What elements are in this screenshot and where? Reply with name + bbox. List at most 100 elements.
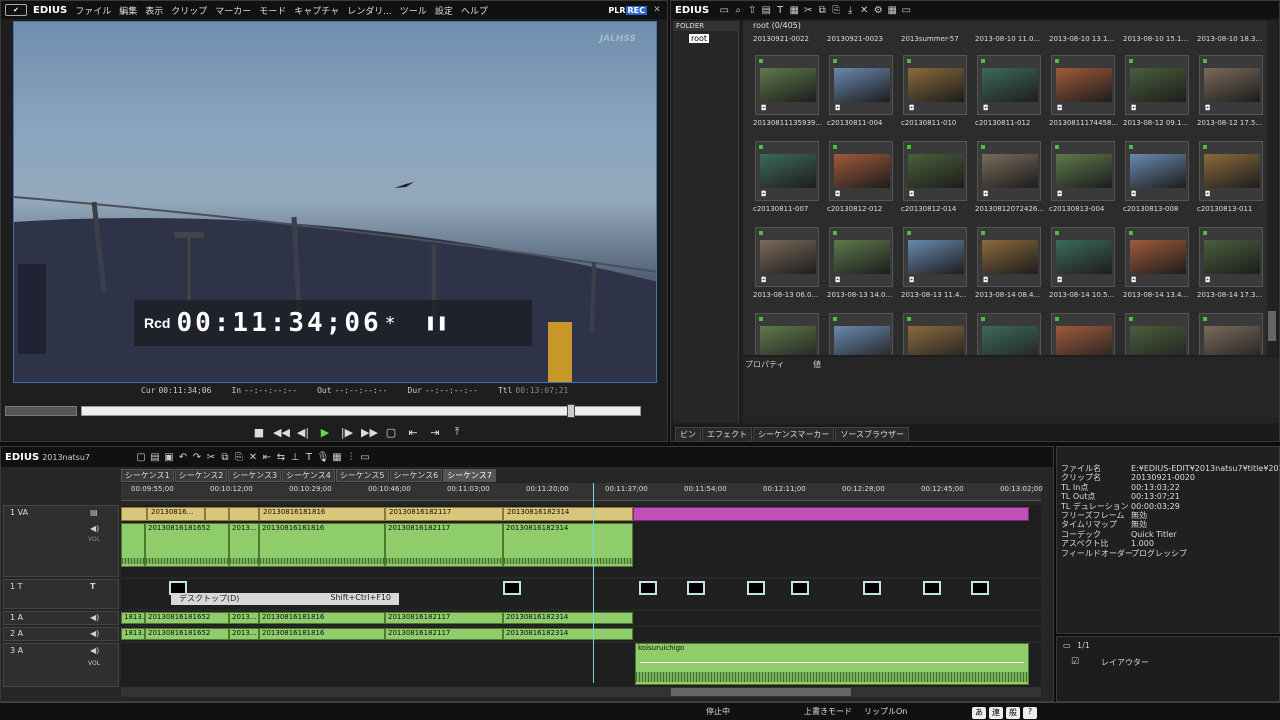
ime-dictionary-icon[interactable]: 般 — [1006, 707, 1020, 719]
clip-tile[interactable]: ◘ — [1051, 55, 1115, 117]
open-icon[interactable]: ▤ — [759, 5, 773, 16]
menu-settings[interactable]: 設定 — [435, 4, 453, 17]
timeline-ruler[interactable]: 00:09:55;00 00:10:12;00 00:10:29;00 00:10:4… — [121, 483, 1043, 501]
tab-sequence-7[interactable]: シーケンス7 — [443, 469, 496, 482]
audio-clip-a1-1[interactable]: 20130816181652 — [145, 612, 229, 624]
audio-clip-va-4[interactable]: 20130816182314 — [503, 523, 633, 567]
audio-clip-a2-2[interactable]: 20130816181816 — [259, 628, 385, 640]
clip-tile[interactable]: ◘ — [1051, 141, 1115, 203]
shuttle-slider[interactable] — [5, 406, 77, 416]
audio-clip-a2-1b[interactable]: 2013... — [229, 628, 259, 640]
speaker-icon[interactable]: ◀) — [90, 613, 99, 622]
title-clip[interactable] — [639, 581, 657, 595]
clip-tile[interactable] — [977, 313, 1041, 355]
video-clip-4[interactable]: 20130816182314 — [503, 507, 633, 521]
title-clip[interactable] — [503, 581, 521, 595]
title-clip[interactable] — [791, 581, 809, 595]
menu-capture[interactable]: キャプチャ — [294, 4, 339, 17]
clip-tile[interactable]: ◘ — [1199, 55, 1263, 117]
grid-icon[interactable]: ▦ — [330, 452, 344, 463]
status-ripple[interactable]: リップルOn — [864, 706, 907, 717]
copy-icon[interactable]: ⧉ — [218, 452, 232, 463]
properties-icon[interactable]: ⚙ — [871, 5, 885, 16]
clip-thumbnail[interactable]: ◘ — [829, 227, 893, 287]
open-project-icon[interactable]: ▤ — [148, 452, 162, 463]
razor-icon[interactable]: ⊥ — [288, 452, 302, 463]
timeline-scroll-thumb[interactable] — [671, 688, 851, 696]
clip-tile[interactable]: ◘ — [1199, 227, 1263, 289]
video-track-icon[interactable]: ▤ — [90, 508, 98, 517]
rec-mode-button[interactable]: REC — [625, 5, 647, 15]
speaker-icon[interactable]: ◀) — [90, 524, 99, 533]
clip-tile[interactable]: ◘ — [1125, 227, 1189, 289]
clip-thumbnail[interactable]: ◘ — [903, 141, 967, 201]
audio-clip-a1-4[interactable]: 20130816182314 — [503, 612, 633, 624]
speaker-icon[interactable]: ◀) — [90, 629, 99, 638]
plr-mode-button[interactable]: PLR — [608, 6, 625, 15]
clip-tile[interactable] — [1199, 313, 1263, 355]
video-clip-0[interactable] — [121, 507, 147, 521]
clip-thumbnail[interactable]: ◘ — [977, 227, 1041, 287]
clip-tile[interactable]: ◘ — [755, 55, 819, 117]
playhead[interactable] — [593, 483, 594, 683]
audio-clip-a2-4[interactable]: 20130816182314 — [503, 628, 633, 640]
new-sequence-icon[interactable]: ▢ — [134, 452, 148, 463]
clip-thumbnail[interactable] — [1199, 313, 1263, 355]
clip-tile[interactable]: ◘ — [829, 227, 893, 289]
audio-clip-a2-1[interactable]: 20130816181652 — [145, 628, 229, 640]
video-clip-1[interactable]: 20130816... — [147, 507, 205, 521]
menu-clip[interactable]: クリップ — [171, 4, 207, 17]
title-icon[interactable]: T — [773, 5, 787, 16]
video-clip-1b[interactable] — [205, 507, 229, 521]
audio-clip-va-3[interactable]: 20130816182117 — [385, 523, 503, 567]
tab-source-browser[interactable]: ソースブラウザー — [835, 427, 909, 441]
clip-thumbnail[interactable]: ◘ — [755, 141, 819, 201]
position-slider[interactable] — [81, 406, 641, 416]
clip-thumbnail[interactable]: ◘ — [755, 227, 819, 287]
menu-help[interactable]: ヘルプ — [461, 4, 488, 17]
audio-clip-a1-1b[interactable]: 2013... — [229, 612, 259, 624]
ime-mode-icon[interactable]: あ — [972, 707, 986, 719]
copy-icon[interactable]: ⧉ — [815, 5, 829, 16]
clip-thumbnail[interactable] — [1051, 313, 1115, 355]
title-clip[interactable] — [863, 581, 881, 595]
clip-tile[interactable]: ◘ — [903, 227, 967, 289]
clip-tile[interactable] — [755, 313, 819, 355]
title-track-icon[interactable]: T — [90, 582, 95, 591]
delete-icon[interactable]: ✕ — [246, 452, 260, 463]
menu-mode[interactable]: モード — [259, 4, 286, 17]
ripple-icon[interactable]: ⇆ — [274, 452, 288, 463]
clip-thumbnail[interactable]: ◘ — [755, 55, 819, 115]
clip-tile[interactable] — [829, 313, 893, 355]
clip-thumbnail[interactable]: ◘ — [1199, 227, 1263, 287]
view-icon[interactable]: ▦ — [885, 5, 899, 16]
clip-thumbnail[interactable] — [755, 313, 819, 355]
bin-scrollbar[interactable] — [1267, 21, 1277, 355]
mic-icon[interactable]: 🎙 — [316, 452, 330, 463]
video-preview[interactable]: JALHSS Rcd 00:11:34;06 * ❚❚ — [13, 21, 657, 383]
clip-tile[interactable]: ◘ — [977, 227, 1041, 289]
track-header-a2[interactable]: 2 A ◀) — [3, 627, 119, 641]
color-bar-icon[interactable]: ▦ — [787, 5, 801, 16]
clip-thumbnail[interactable]: ◘ — [829, 55, 893, 115]
timeline-scrollbar[interactable] — [121, 687, 1041, 697]
clip-thumbnail[interactable]: ◘ — [1051, 55, 1115, 115]
cut-icon[interactable]: ✂ — [204, 452, 218, 463]
audio-clip-a2-0[interactable]: 1813... — [121, 628, 145, 640]
audio-clip-va-1[interactable]: 20130816181652 — [145, 523, 229, 567]
title-clip[interactable] — [747, 581, 765, 595]
step-back-icon[interactable]: ◀| — [295, 426, 311, 439]
audio-clip-a3-bgm[interactable]: koisuruichigo — [635, 643, 1029, 685]
tab-sequence-6[interactable]: シーケンス6 — [389, 469, 443, 482]
clip-tile[interactable]: ◘ — [977, 55, 1041, 117]
insert-icon[interactable]: ⇤ — [405, 426, 421, 439]
menu-file[interactable]: ファイル — [75, 4, 111, 17]
stop-icon[interactable]: ■ — [251, 426, 267, 439]
clip-thumbnail[interactable]: ◘ — [1125, 227, 1189, 287]
menu-marker[interactable]: マーカー — [215, 4, 251, 17]
title-icon[interactable]: T — [302, 452, 316, 463]
save-icon[interactable]: ▣ — [162, 452, 176, 463]
undo-icon[interactable]: ↶ — [176, 452, 190, 463]
audio-clip-a1-0[interactable]: 1813... — [121, 612, 145, 624]
clip-thumbnail[interactable]: ◘ — [1199, 141, 1263, 201]
